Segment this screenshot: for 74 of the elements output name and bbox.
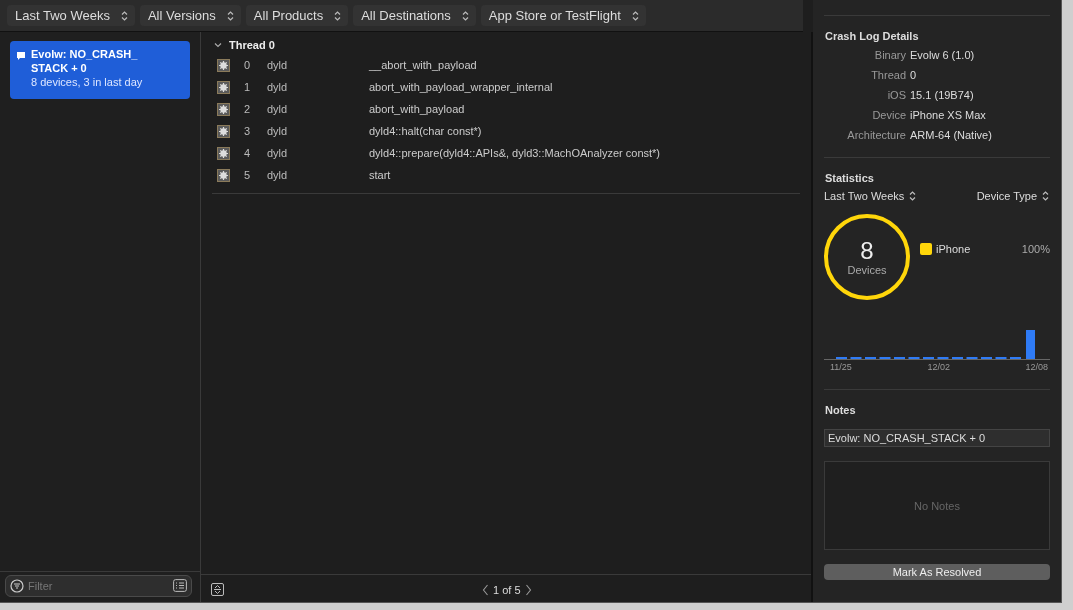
gear-icon (217, 124, 230, 138)
axis-label: 11/25 (830, 362, 852, 372)
stat-popup[interactable]: Last Two Weeks (824, 190, 918, 202)
crash-subtitle: 8 devices, 3 in last day (31, 75, 143, 89)
device-count-label: Devices (847, 264, 887, 276)
speech-bubble-icon (16, 51, 26, 61)
library-name: dyld (266, 81, 289, 93)
detail-value: Evolw 6 (1.0) (910, 48, 976, 62)
chevron-updown-icon (225, 9, 235, 22)
symbol-name: __abort_with_payload (369, 59, 477, 71)
gear-icon (217, 102, 230, 116)
chevron-updown-icon (333, 9, 343, 22)
frame-number: 4 (242, 147, 250, 159)
chevron-updown-icon (630, 9, 640, 22)
chevron-updown-icon (1041, 190, 1050, 202)
chevron-updown-icon (460, 9, 470, 22)
filter-popup[interactable]: All Destinations (353, 5, 476, 26)
section-title: Notes (825, 404, 857, 416)
stat-popup[interactable]: Device Type (976, 190, 1050, 202)
symbol-name: abort_with_payload (369, 103, 465, 115)
axis-label: 12/02 (927, 362, 950, 372)
note-title-field[interactable]: Evolw: NO_CRASH_STACK + 0 (824, 429, 1050, 447)
filter-popup[interactable]: App Store or TestFlight (480, 5, 646, 26)
detail-label: Architecture (846, 128, 906, 142)
crash-list-item[interactable]: Evolw: NO_CRASH_ STACK + 0 8 devices, 3 in last day (10, 41, 190, 99)
detail-label: iOS (886, 88, 906, 102)
detail-value: 0 (910, 68, 918, 82)
page-indicator: 1 of 5 (493, 583, 521, 596)
section-title: Statistics (825, 172, 875, 184)
device-count: 8 (860, 238, 874, 264)
filter-field[interactable]: Filter (5, 575, 192, 597)
detail-label: Thread (870, 68, 906, 82)
gear-icon (217, 146, 230, 160)
filter-popup[interactable]: All Versions (139, 5, 241, 26)
disclosure-chevron-icon[interactable] (213, 40, 223, 50)
gear-icon (217, 80, 230, 94)
symbol-name: start (369, 169, 391, 181)
library-name: dyld (266, 147, 289, 159)
filter-popup[interactable]: All Products (245, 5, 349, 26)
filter-popup[interactable]: Last Two Weeks (7, 5, 135, 26)
gear-icon (217, 168, 230, 182)
chevron-right-icon[interactable] (524, 583, 532, 596)
detail-label: Device (871, 108, 906, 122)
legend-label: iPhone (936, 243, 972, 255)
crash-title: Evolw: NO_CRASH_ STACK + 0 (31, 47, 139, 75)
thread-title: Thread 0 (229, 39, 275, 51)
frame-number: 5 (242, 169, 250, 181)
list-icon (173, 579, 187, 592)
detail-value: ARM-64 (Native) (910, 128, 993, 142)
legend-percent: 100% (1021, 243, 1050, 255)
library-name: dyld (266, 59, 289, 71)
gear-icon (217, 58, 230, 72)
library-name: dyld (266, 103, 289, 115)
expand-collapse-icon (211, 583, 224, 596)
chevron-updown-icon (908, 190, 918, 202)
frame-number: 1 (242, 81, 250, 93)
filter-icon (10, 579, 24, 593)
frame-number: 0 (242, 59, 250, 71)
detail-value: 15.1 (19B74) (910, 88, 975, 102)
library-name: dyld (266, 125, 289, 137)
notes-field[interactable]: No Notes (824, 461, 1050, 550)
library-name: dyld (266, 169, 289, 181)
detail-label: Binary (873, 48, 906, 62)
frame-number: 2 (242, 103, 250, 115)
axis-label: 12/08 (1025, 362, 1048, 372)
resolve-button[interactable]: Mark As Resolved (824, 564, 1050, 580)
symbol-name: abort_with_payload_wrapper_internal (369, 81, 553, 93)
chevron-left-icon[interactable] (482, 583, 489, 596)
detail-value: iPhone XS Max (910, 108, 987, 122)
frame-number: 3 (242, 125, 250, 137)
section-title: Crash Log Details (825, 30, 920, 42)
chevron-updown-icon (119, 9, 129, 22)
symbol-name: dyld4::halt(char const*) (369, 125, 482, 137)
symbol-name: dyld4::prepare(dyld4::APIs&, dyld3::MachOAnalyzer const*) (369, 147, 661, 159)
